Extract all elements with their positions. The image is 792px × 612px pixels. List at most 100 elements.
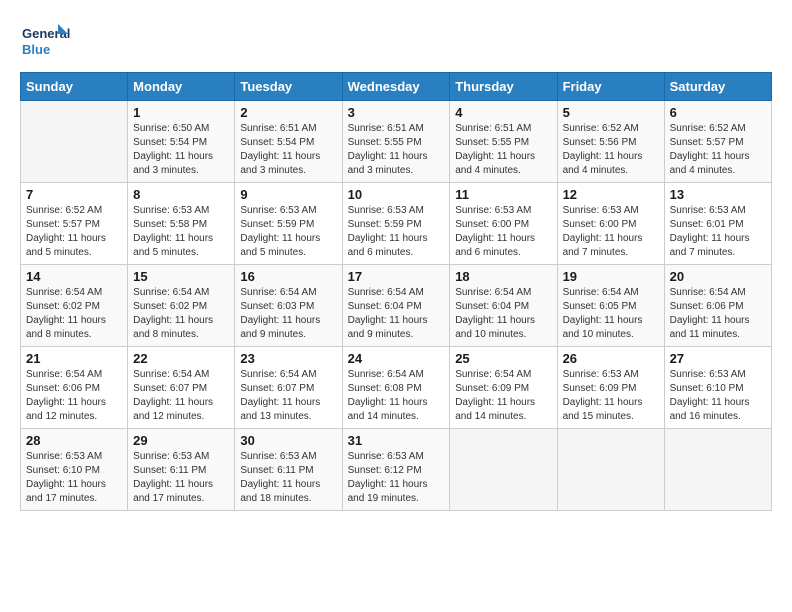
calendar-cell: 11 Sunrise: 6:53 AMSunset: 6:00 PMDayligh…	[450, 183, 557, 265]
calendar-table: SundayMondayTuesdayWednesdayThursdayFrid…	[20, 72, 772, 511]
calendar-cell: 5 Sunrise: 6:52 AMSunset: 5:56 PMDaylight…	[557, 101, 664, 183]
calendar-cell: 6 Sunrise: 6:52 AMSunset: 5:57 PMDaylight…	[664, 101, 771, 183]
day-info: Sunrise: 6:50 AMSunset: 5:54 PMDaylight:…	[133, 122, 229, 178]
day-number: 3	[348, 105, 445, 120]
day-number: 13	[670, 187, 766, 202]
calendar-cell: 12 Sunrise: 6:53 AMSunset: 6:00 PMDayligh…	[557, 183, 664, 265]
day-number: 28	[26, 433, 122, 448]
day-number: 24	[348, 351, 445, 366]
day-info: Sunrise: 6:51 AMSunset: 5:55 PMDaylight:…	[348, 122, 445, 178]
day-number: 2	[240, 105, 336, 120]
day-info: Sunrise: 6:54 AMSunset: 6:04 PMDaylight:…	[348, 286, 445, 342]
calendar-cell: 8 Sunrise: 6:53 AMSunset: 5:58 PMDaylight…	[128, 183, 235, 265]
day-number: 6	[670, 105, 766, 120]
week-row-2: 7Sunrise: 6:52 AMSunset: 5:57 PMDaylight…	[21, 183, 772, 265]
calendar-cell: 25 Sunrise: 6:54 AMSunset: 6:09 PMDayligh…	[450, 347, 557, 429]
day-info: Sunrise: 6:54 AMSunset: 6:06 PMDaylight:…	[26, 368, 122, 424]
day-info: Sunrise: 6:54 AMSunset: 6:07 PMDaylight:…	[133, 368, 229, 424]
day-info: Sunrise: 6:53 AMSunset: 6:00 PMDaylight:…	[455, 204, 551, 260]
day-number: 25	[455, 351, 551, 366]
week-row-3: 14Sunrise: 6:54 AMSunset: 6:02 PMDayligh…	[21, 265, 772, 347]
day-number: 8	[133, 187, 229, 202]
calendar-cell: 19 Sunrise: 6:54 AMSunset: 6:05 PMDayligh…	[557, 265, 664, 347]
calendar-cell: 10 Sunrise: 6:53 AMSunset: 5:59 PMDayligh…	[342, 183, 450, 265]
calendar-cell: 18Sunrise: 6:54 AMSunset: 6:04 PMDayligh…	[450, 265, 557, 347]
calendar-cell: 22 Sunrise: 6:54 AMSunset: 6:07 PMDayligh…	[128, 347, 235, 429]
day-info: Sunrise: 6:51 AMSunset: 5:54 PMDaylight:…	[240, 122, 336, 178]
day-number: 22	[133, 351, 229, 366]
day-info: Sunrise: 6:54 AMSunset: 6:06 PMDaylight:…	[670, 286, 766, 342]
calendar-cell	[664, 429, 771, 511]
day-info: Sunrise: 6:53 AMSunset: 6:12 PMDaylight:…	[348, 450, 445, 506]
day-info: Sunrise: 6:53 AMSunset: 6:09 PMDaylight:…	[563, 368, 659, 424]
day-number: 12	[563, 187, 659, 202]
calendar-cell: 2 Sunrise: 6:51 AMSunset: 5:54 PMDaylight…	[235, 101, 342, 183]
day-info: Sunrise: 6:53 AMSunset: 6:01 PMDaylight:…	[670, 204, 766, 260]
calendar-cell: 16 Sunrise: 6:54 AMSunset: 6:03 PMDayligh…	[235, 265, 342, 347]
day-info: Sunrise: 6:53 AMSunset: 6:00 PMDaylight:…	[563, 204, 659, 260]
day-number: 1	[133, 105, 229, 120]
day-info: Sunrise: 6:53 AMSunset: 5:59 PMDaylight:…	[240, 204, 336, 260]
day-number: 29	[133, 433, 229, 448]
day-info: Sunrise: 6:51 AMSunset: 5:55 PMDaylight:…	[455, 122, 551, 178]
svg-text:Blue: Blue	[22, 42, 50, 57]
weekday-tuesday: Tuesday	[235, 73, 342, 101]
day-info: Sunrise: 6:54 AMSunset: 6:05 PMDaylight:…	[563, 286, 659, 342]
calendar-cell: 28 Sunrise: 6:53 AMSunset: 6:10 PMDayligh…	[21, 429, 128, 511]
calendar-cell: 3 Sunrise: 6:51 AMSunset: 5:55 PMDaylight…	[342, 101, 450, 183]
day-number: 5	[563, 105, 659, 120]
day-number: 23	[240, 351, 336, 366]
logo-svg: General Blue	[20, 20, 70, 62]
logo: General Blue	[20, 20, 70, 62]
calendar-cell: 29Sunrise: 6:53 AMSunset: 6:11 PMDayligh…	[128, 429, 235, 511]
day-info: Sunrise: 6:54 AMSunset: 6:09 PMDaylight:…	[455, 368, 551, 424]
day-info: Sunrise: 6:53 AMSunset: 6:10 PMDaylight:…	[26, 450, 122, 506]
page-header: General Blue	[20, 20, 772, 62]
day-number: 26	[563, 351, 659, 366]
calendar-cell: 13 Sunrise: 6:53 AMSunset: 6:01 PMDayligh…	[664, 183, 771, 265]
day-info: Sunrise: 6:52 AMSunset: 5:56 PMDaylight:…	[563, 122, 659, 178]
day-info: Sunrise: 6:53 AMSunset: 6:10 PMDaylight:…	[670, 368, 766, 424]
day-number: 18	[455, 269, 551, 284]
calendar-cell: 26 Sunrise: 6:53 AMSunset: 6:09 PMDayligh…	[557, 347, 664, 429]
calendar-cell: 7Sunrise: 6:52 AMSunset: 5:57 PMDaylight…	[21, 183, 128, 265]
calendar-cell: 23 Sunrise: 6:54 AMSunset: 6:07 PMDayligh…	[235, 347, 342, 429]
calendar-cell: 1 Sunrise: 6:50 AMSunset: 5:54 PMDaylight…	[128, 101, 235, 183]
day-info: Sunrise: 6:52 AMSunset: 5:57 PMDaylight:…	[26, 204, 122, 260]
day-number: 10	[348, 187, 445, 202]
day-number: 20	[670, 269, 766, 284]
day-number: 31	[348, 433, 445, 448]
weekday-header-row: SundayMondayTuesdayWednesdayThursdayFrid…	[21, 73, 772, 101]
calendar-cell: 9 Sunrise: 6:53 AMSunset: 5:59 PMDaylight…	[235, 183, 342, 265]
day-info: Sunrise: 6:53 AMSunset: 5:59 PMDaylight:…	[348, 204, 445, 260]
weekday-saturday: Saturday	[664, 73, 771, 101]
day-number: 30	[240, 433, 336, 448]
day-info: Sunrise: 6:52 AMSunset: 5:57 PMDaylight:…	[670, 122, 766, 178]
calendar-cell	[21, 101, 128, 183]
calendar-cell: 31 Sunrise: 6:53 AMSunset: 6:12 PMDayligh…	[342, 429, 450, 511]
weekday-thursday: Thursday	[450, 73, 557, 101]
day-info: Sunrise: 6:54 AMSunset: 6:03 PMDaylight:…	[240, 286, 336, 342]
calendar-cell	[557, 429, 664, 511]
day-number: 17	[348, 269, 445, 284]
day-number: 27	[670, 351, 766, 366]
week-row-1: 1 Sunrise: 6:50 AMSunset: 5:54 PMDaylight…	[21, 101, 772, 183]
weekday-monday: Monday	[128, 73, 235, 101]
calendar-cell: 27 Sunrise: 6:53 AMSunset: 6:10 PMDayligh…	[664, 347, 771, 429]
calendar-cell: 17 Sunrise: 6:54 AMSunset: 6:04 PMDayligh…	[342, 265, 450, 347]
calendar-cell	[450, 429, 557, 511]
weekday-wednesday: Wednesday	[342, 73, 450, 101]
day-info: Sunrise: 6:53 AMSunset: 6:11 PMDaylight:…	[240, 450, 336, 506]
day-number: 19	[563, 269, 659, 284]
day-number: 11	[455, 187, 551, 202]
day-number: 4	[455, 105, 551, 120]
day-info: Sunrise: 6:54 AMSunset: 6:07 PMDaylight:…	[240, 368, 336, 424]
calendar-cell: 30 Sunrise: 6:53 AMSunset: 6:11 PMDayligh…	[235, 429, 342, 511]
calendar-cell: 14Sunrise: 6:54 AMSunset: 6:02 PMDayligh…	[21, 265, 128, 347]
day-number: 16	[240, 269, 336, 284]
day-number: 9	[240, 187, 336, 202]
day-info: Sunrise: 6:53 AMSunset: 5:58 PMDaylight:…	[133, 204, 229, 260]
calendar-cell: 24Sunrise: 6:54 AMSunset: 6:08 PMDayligh…	[342, 347, 450, 429]
day-info: Sunrise: 6:54 AMSunset: 6:02 PMDaylight:…	[26, 286, 122, 342]
day-number: 21	[26, 351, 122, 366]
